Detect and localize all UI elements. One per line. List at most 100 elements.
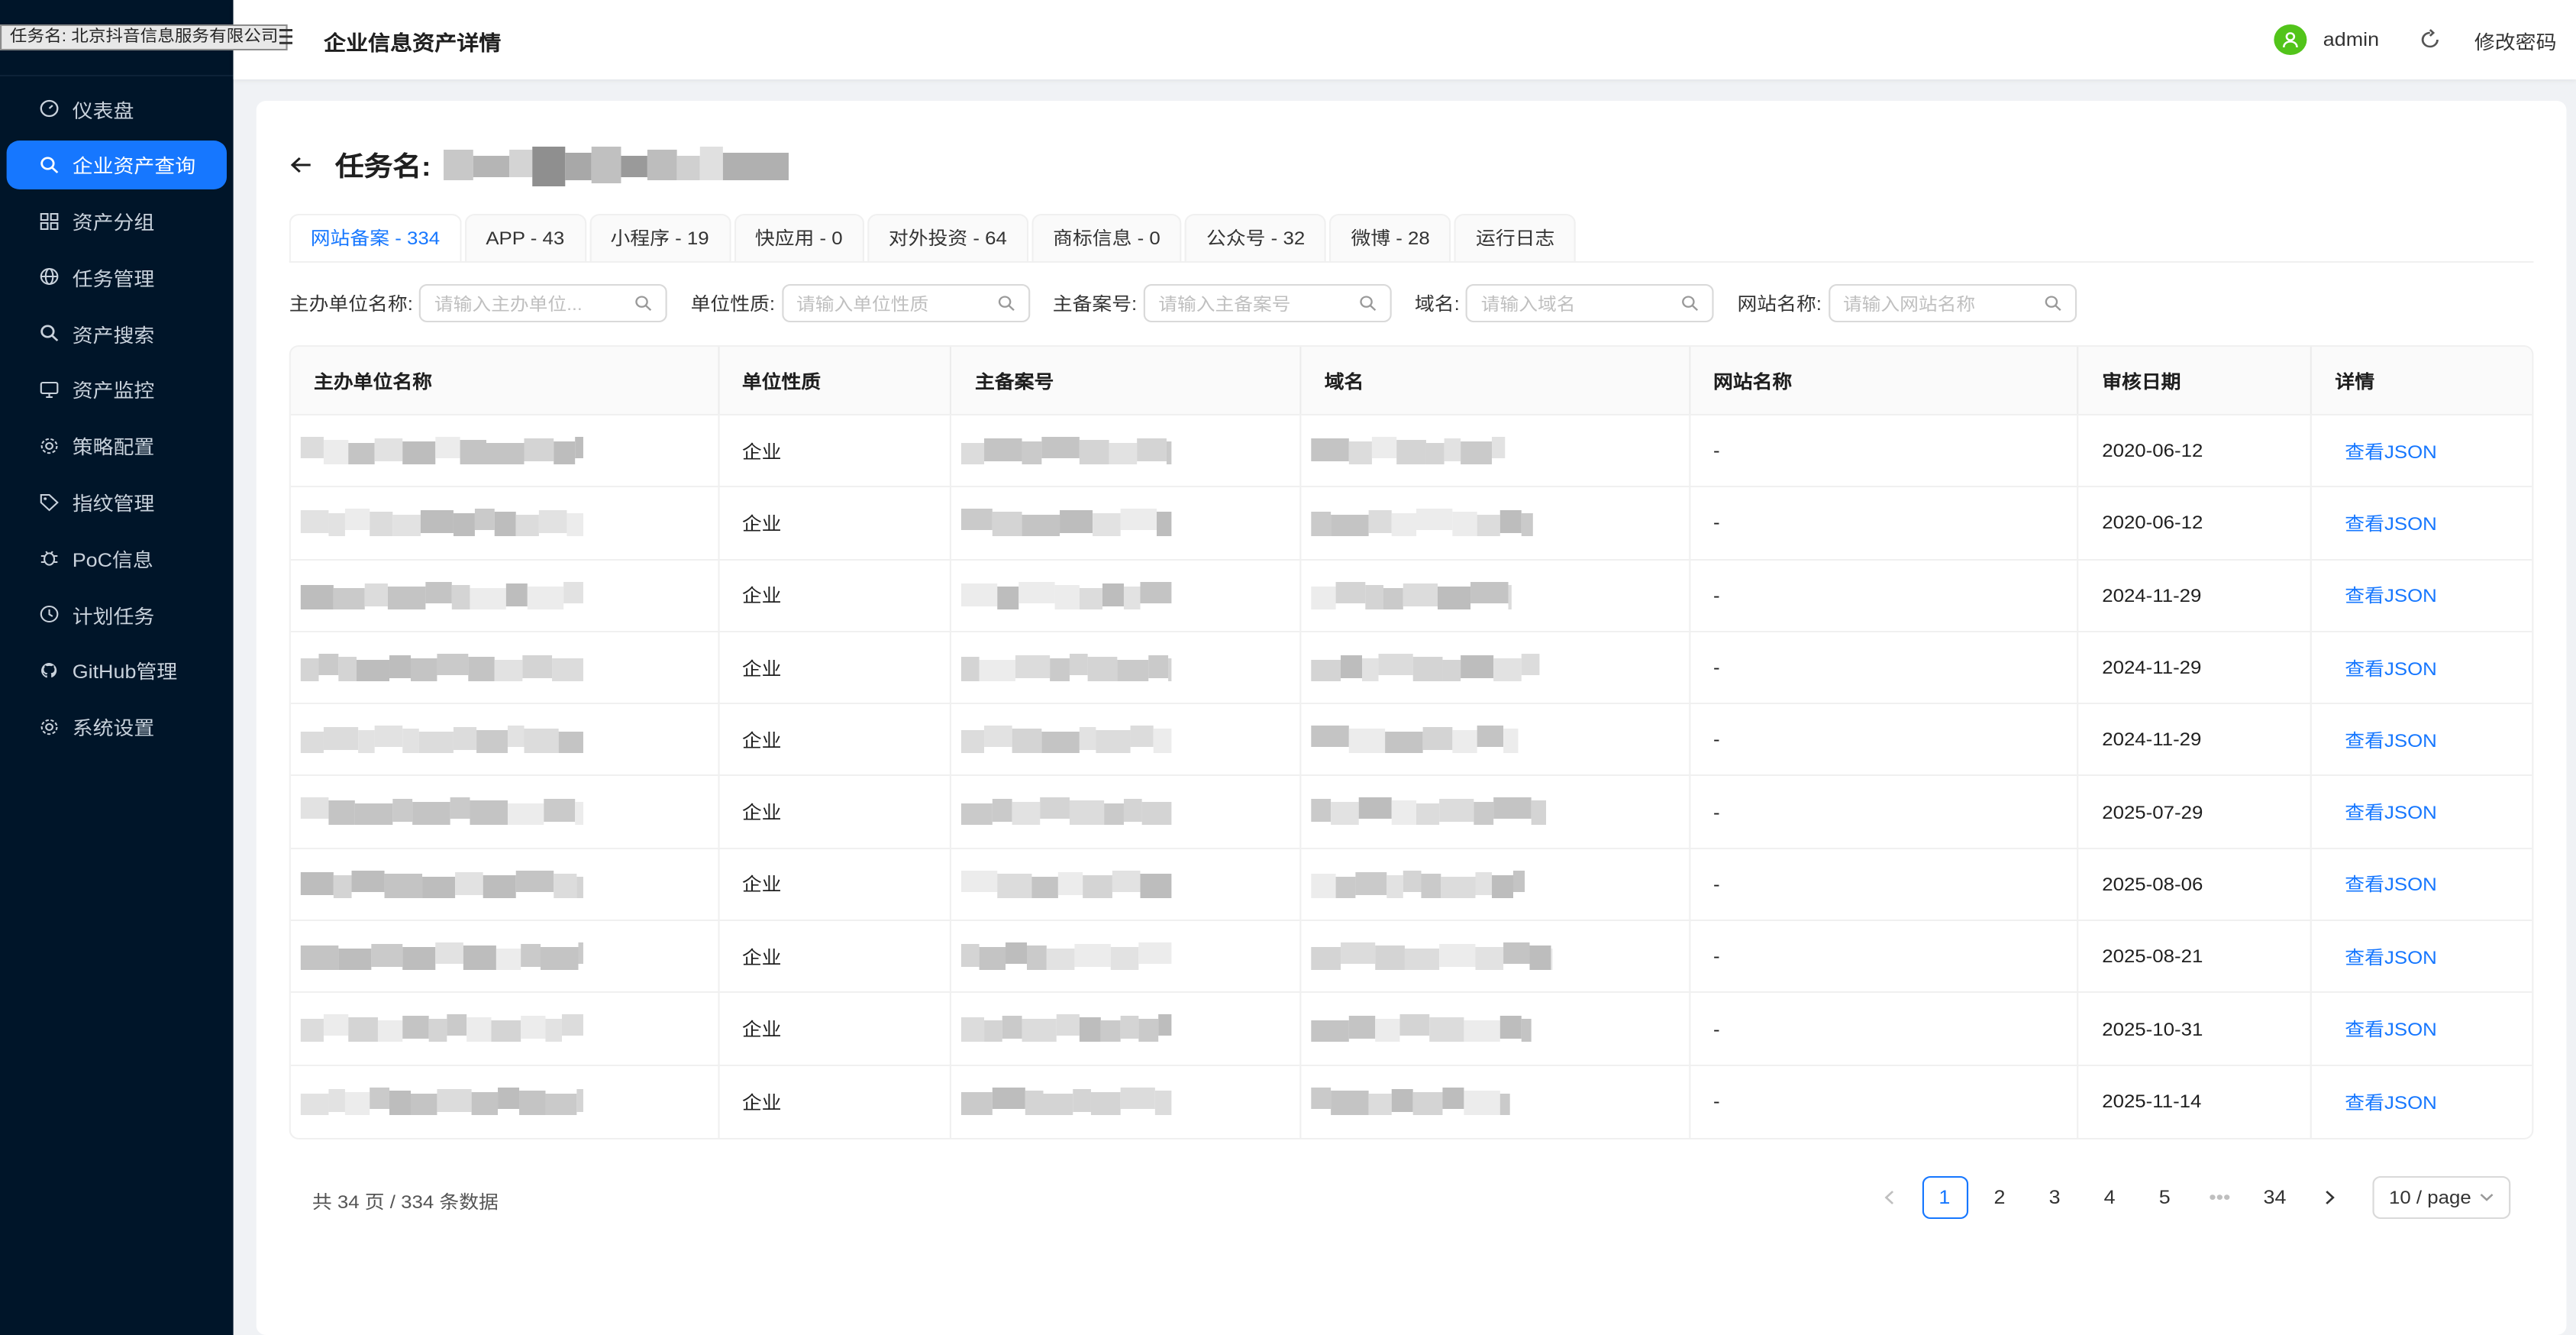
sidebar-item-11[interactable]: 系统设置: [7, 703, 227, 752]
view-json-link[interactable]: 查看JSON: [2335, 438, 2437, 464]
table-cell-text: 企业: [741, 946, 782, 968]
tab-7[interactable]: 微博 - 28: [1329, 214, 1451, 263]
avatar[interactable]: [2274, 24, 2307, 55]
table-cell[interactable]: 查看JSON: [2312, 560, 2532, 631]
sidebar-item-8[interactable]: PoC信息: [7, 534, 227, 583]
column-header: 主备案号: [952, 347, 1302, 414]
table-cell[interactable]: 查看JSON: [2312, 777, 2532, 848]
tab-1[interactable]: APP - 43: [464, 214, 586, 263]
filter-input-2[interactable]: 请输入主备案号: [1143, 284, 1392, 322]
column-header: 详情: [2335, 370, 2375, 392]
table-cell[interactable]: 查看JSON: [2312, 704, 2532, 775]
prev-page-icon[interactable]: [1867, 1176, 1913, 1219]
view-json-link[interactable]: 查看JSON: [2335, 727, 2437, 753]
table-cell: 企业: [719, 704, 952, 775]
username[interactable]: admin: [2323, 29, 2379, 50]
page-size-select[interactable]: 10 / page: [2372, 1176, 2511, 1219]
next-page-icon[interactable]: [2306, 1176, 2352, 1219]
table-cell: [291, 776, 719, 848]
table-cell: [1302, 487, 1690, 559]
page-button[interactable]: 1: [1921, 1176, 1968, 1219]
column-header: 主办单位名称: [291, 347, 719, 414]
table-cell[interactable]: 查看JSON: [2312, 994, 2532, 1065]
table-cell-text: 2024-11-29: [2102, 584, 2202, 606]
sidebar-item-5[interactable]: 资产监控: [7, 365, 227, 414]
page-button[interactable]: 3: [2032, 1176, 2077, 1219]
tag-icon: [40, 493, 59, 511]
filter-placeholder: 请输入单位性质: [796, 296, 929, 314]
redacted-company: [300, 942, 583, 973]
table-cell[interactable]: 查看JSON: [2312, 488, 2532, 559]
refresh-icon[interactable]: [2419, 29, 2442, 50]
sidebar-item-label: 策略配置: [72, 437, 155, 459]
table-cell: [291, 632, 719, 703]
back-arrow-icon[interactable]: [289, 154, 312, 176]
table-cell[interactable]: 查看JSON: [2312, 1065, 2532, 1138]
table-cell: [952, 993, 1302, 1065]
filter-input-4[interactable]: 请输入网站名称: [1828, 284, 2077, 322]
view-json-link[interactable]: 查看JSON: [2335, 1016, 2437, 1042]
table-cell[interactable]: 查看JSON: [2312, 921, 2532, 992]
table-cell: 2024-11-29: [2079, 704, 2313, 775]
pagination: 共 34 页 / 334 条数据 1 2 3 4 5 ••• 34 10 / page: [257, 1170, 2567, 1225]
redacted-company: [300, 509, 583, 540]
table-cell: [1302, 632, 1690, 703]
grid-icon: [40, 212, 59, 230]
page-button[interactable]: 2: [1977, 1176, 2022, 1219]
table-cell-text: 2020-06-12: [2102, 512, 2203, 534]
top-header: 企业信息资产详情 admin 修改密码: [233, 0, 2576, 79]
view-json-link[interactable]: 查看JSON: [2335, 871, 2437, 897]
dashboard-icon: [40, 99, 59, 118]
chevron-down-icon: [2480, 1194, 2494, 1201]
tab-0[interactable]: 网站备案 - 334: [289, 214, 462, 263]
pagination-ellipsis[interactable]: •••: [2197, 1176, 2242, 1219]
table-cell: [1302, 776, 1690, 848]
tab-6[interactable]: 公众号 - 32: [1185, 214, 1327, 263]
header-right: admin 修改密码: [2274, 24, 2557, 55]
table-cell: 企业: [719, 415, 952, 486]
menu-toggle-icon[interactable]: [279, 26, 293, 47]
redacted-domain: [1311, 581, 1512, 612]
view-json-link[interactable]: 查看JSON: [2335, 510, 2437, 536]
tab-8[interactable]: 运行日志: [1454, 214, 1577, 263]
sidebar-item-1[interactable]: 企业资产查询: [6, 140, 227, 189]
sidebar-item-label: 任务管理: [72, 268, 155, 290]
page-button[interactable]: 4: [2087, 1176, 2132, 1219]
page-button[interactable]: 34: [2252, 1176, 2297, 1219]
sidebar-item-6[interactable]: 策略配置: [7, 422, 227, 470]
page-button[interactable]: 5: [2142, 1176, 2187, 1219]
filter-input-1[interactable]: 请输入单位性质: [781, 284, 1030, 322]
search-icon: [1360, 296, 1377, 311]
view-json-link[interactable]: 查看JSON: [2335, 943, 2437, 969]
sidebar-item-0[interactable]: 仪表盘: [7, 84, 227, 133]
table-cell: 企业: [719, 632, 952, 703]
table-cell[interactable]: 查看JSON: [2312, 632, 2532, 703]
view-json-link[interactable]: 查看JSON: [2335, 1089, 2437, 1115]
sidebar-item-10[interactable]: GitHub管理: [7, 646, 227, 695]
sidebar-item-4[interactable]: 资产搜索: [7, 309, 227, 357]
page-title: 任务名:: [289, 141, 792, 189]
filter-input-3[interactable]: 请输入域名: [1466, 284, 1715, 322]
tab-3[interactable]: 快应用 - 0: [733, 214, 864, 263]
table-cell: [1302, 921, 1690, 992]
table-cell: [952, 849, 1302, 920]
table-cell: 2024-11-29: [2079, 632, 2313, 703]
tab-5[interactable]: 商标信息 - 0: [1031, 214, 1182, 263]
table-cell[interactable]: 查看JSON: [2312, 849, 2532, 920]
view-json-link[interactable]: 查看JSON: [2335, 799, 2437, 825]
view-json-link[interactable]: 查看JSON: [2335, 655, 2437, 680]
sidebar-item-7[interactable]: 指纹管理: [7, 477, 227, 526]
filter-input-0[interactable]: 请输入主办单位...: [419, 284, 668, 322]
redacted-domain: [1311, 1087, 1510, 1117]
sidebar-item-2[interactable]: 资产分组: [7, 196, 227, 245]
change-password-link[interactable]: 修改密码: [2474, 25, 2557, 54]
tab-2[interactable]: 小程序 - 19: [589, 214, 731, 263]
page-title-label: 任务名:: [335, 150, 431, 181]
sidebar-item-9[interactable]: 计划任务: [7, 590, 227, 638]
monitor-icon: [40, 381, 59, 398]
sidebar-item-3[interactable]: 任务管理: [7, 253, 227, 302]
redacted-record-number: [961, 653, 1173, 684]
view-json-link[interactable]: 查看JSON: [2335, 582, 2437, 608]
tab-4[interactable]: 对外投资 - 64: [867, 214, 1028, 263]
table-cell[interactable]: 查看JSON: [2312, 415, 2532, 486]
